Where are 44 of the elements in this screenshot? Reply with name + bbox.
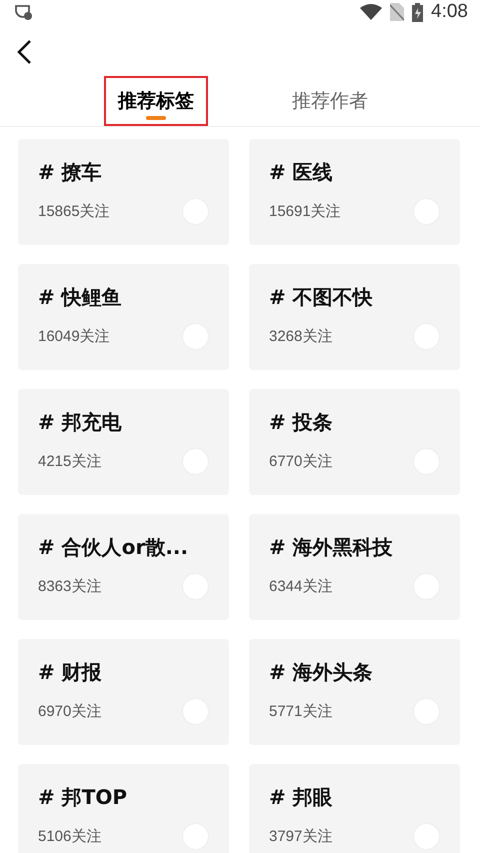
tag-name: # 快鲤鱼: [38, 284, 122, 311]
wifi-icon: [360, 4, 382, 20]
tag-name: # 合伙人or散...: [38, 534, 188, 561]
tag-card[interactable]: # 快鲤鱼 16049关注: [18, 264, 229, 370]
tag-name: # 撩车: [38, 159, 102, 186]
tag-card[interactable]: # 不图不快 3268关注: [249, 264, 460, 370]
follower-count: 15865关注: [38, 202, 110, 221]
clock: 4:08: [431, 1, 468, 23]
tag-card[interactable]: # 财报 6970关注: [18, 639, 229, 745]
tag-card[interactable]: # 投条 6770关注: [249, 389, 460, 495]
follower-count: 5771关注: [269, 702, 332, 721]
tag-name: # 邦眼: [269, 784, 333, 811]
tag-name: # 医线: [269, 159, 333, 186]
follower-count: 3268关注: [269, 327, 332, 346]
tag-card[interactable]: # 海外黑科技 6344关注: [249, 514, 460, 620]
tag-card[interactable]: # 邦TOP 5106关注: [18, 764, 229, 853]
tag-card[interactable]: # 医线 15691关注: [249, 139, 460, 245]
battery-icon: [412, 2, 424, 22]
follower-count: 15691关注: [269, 202, 341, 221]
tag-name: # 投条: [269, 409, 333, 436]
tag-name: # 海外黑科技: [269, 534, 393, 561]
no-sim-icon: [390, 3, 404, 21]
tag-name: # 不图不快: [269, 284, 373, 311]
tag-card[interactable]: # 撩车 15865关注: [18, 139, 229, 245]
tag-name: # 财报: [38, 659, 102, 686]
follower-count: 5106关注: [38, 827, 102, 846]
follower-count: 6344关注: [269, 577, 332, 596]
follower-count: 16049关注: [38, 327, 110, 346]
follower-count: 8363关注: [38, 577, 102, 596]
follower-count: 6970关注: [38, 702, 102, 721]
tag-card[interactable]: # 海外头条 5771关注: [249, 639, 460, 745]
follower-count: 6770关注: [269, 452, 332, 471]
back-icon[interactable]: [16, 39, 32, 65]
notification-icon: [14, 3, 34, 21]
tag-card[interactable]: # 邦眼 3797关注: [249, 764, 460, 853]
tab[interactable]: 推荐作者: [278, 76, 382, 126]
tag-card[interactable]: # 合伙人or散... 8363关注: [18, 514, 229, 620]
tag-card[interactable]: # 邦充电 4215关注: [18, 389, 229, 495]
follower-count: 3797关注: [269, 827, 332, 846]
tag-name: # 邦充电: [38, 409, 122, 436]
follower-count: 4215关注: [38, 452, 102, 471]
tag-name: # 海外头条: [269, 659, 373, 686]
tab[interactable]: 推荐标签: [104, 76, 208, 126]
tag-name: # 邦TOP: [38, 784, 128, 811]
